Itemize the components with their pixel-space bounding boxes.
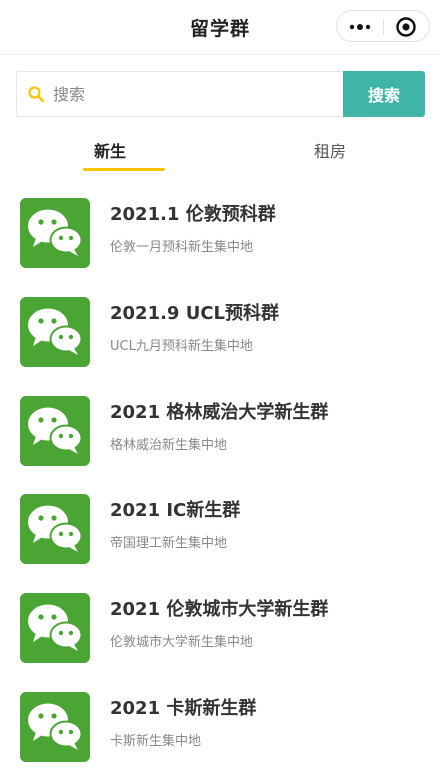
group-title: 2021.1 伦敦预科群 bbox=[110, 204, 276, 225]
wechat-icon bbox=[20, 494, 90, 564]
menu-capsule bbox=[336, 10, 430, 42]
list-item[interactable]: 2021.1 伦敦预科群 伦敦一月预科新生集中地 bbox=[0, 198, 440, 288]
search-bar: 搜索 bbox=[16, 71, 425, 117]
search-input[interactable] bbox=[51, 72, 333, 116]
group-description: 帝国理工新生集中地 bbox=[110, 536, 228, 551]
target-circle-icon[interactable] bbox=[395, 16, 417, 38]
wechat-icon bbox=[20, 396, 90, 466]
tab-new-students[interactable]: 新生 bbox=[55, 138, 165, 162]
capsule-divider bbox=[383, 19, 384, 35]
more-dots-icon[interactable] bbox=[347, 17, 373, 37]
navigation-bar: 留学群 bbox=[0, 0, 440, 55]
list-item[interactable]: 2021 卡斯新生群 卡斯新生集中地 bbox=[0, 692, 440, 782]
wechat-icon bbox=[20, 198, 90, 268]
active-tab-indicator bbox=[83, 168, 165, 171]
group-description: 格林威治新生集中地 bbox=[110, 438, 228, 453]
search-icon bbox=[28, 86, 45, 103]
group-description: 伦敦城市大学新生集中地 bbox=[110, 635, 254, 650]
group-title: 2021 IC新生群 bbox=[110, 500, 241, 521]
group-description: UCL九月预科新生集中地 bbox=[110, 339, 253, 354]
group-title: 2021 格林威治大学新生群 bbox=[110, 402, 329, 423]
group-title: 2021 伦敦城市大学新生群 bbox=[110, 599, 329, 620]
list-item[interactable]: 2021.9 UCL预科群 UCL九月预科新生集中地 bbox=[0, 297, 440, 387]
list-item[interactable]: 2021 格林威治大学新生群 格林威治新生集中地 bbox=[0, 396, 440, 486]
list-item[interactable]: 2021 伦敦城市大学新生群 伦敦城市大学新生集中地 bbox=[0, 593, 440, 683]
group-title: 2021 卡斯新生群 bbox=[110, 698, 257, 719]
group-description: 伦敦一月预科新生集中地 bbox=[110, 240, 254, 255]
wechat-icon bbox=[20, 692, 90, 762]
list-item[interactable]: 2021 IC新生群 帝国理工新生集中地 bbox=[0, 494, 440, 584]
search-button[interactable]: 搜索 bbox=[343, 71, 425, 117]
group-title: 2021.9 UCL预科群 bbox=[110, 303, 280, 324]
wechat-icon bbox=[20, 593, 90, 663]
wechat-icon bbox=[20, 297, 90, 367]
tab-rental[interactable]: 租房 bbox=[275, 138, 385, 162]
group-description: 卡斯新生集中地 bbox=[110, 734, 202, 749]
